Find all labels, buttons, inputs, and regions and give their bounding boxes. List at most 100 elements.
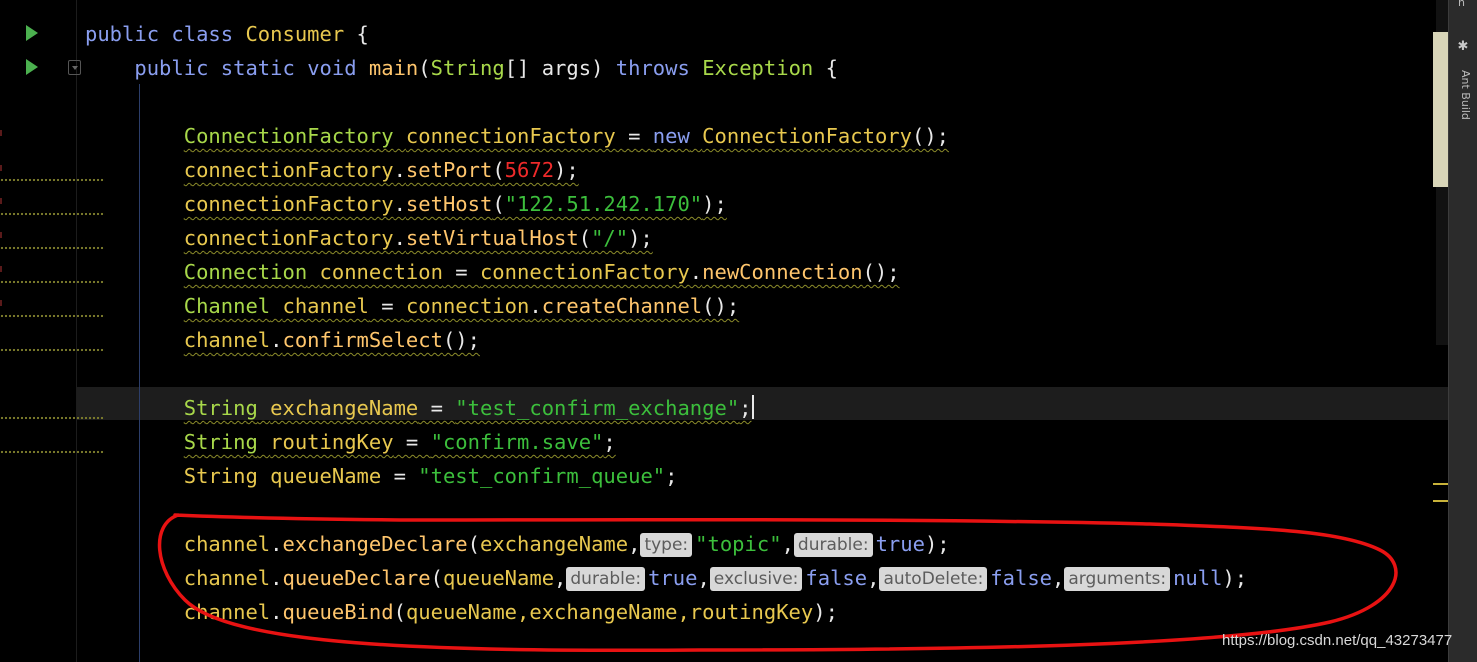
punctuation: .: [529, 294, 542, 318]
punctuation: ,: [628, 532, 641, 556]
keyword: false: [990, 566, 1053, 590]
keyword: true: [648, 566, 698, 590]
method-name: setVirtualHost: [405, 226, 579, 250]
operator: =: [368, 294, 406, 318]
variable: channel: [183, 532, 271, 556]
punctuation: );: [924, 532, 950, 556]
ant-icon[interactable]: ✱: [1456, 40, 1470, 54]
punctuation: ,: [867, 566, 880, 590]
variable: channel: [183, 600, 271, 624]
operator: =: [442, 260, 480, 284]
code-line: connectionFactory.setPort(5672);: [85, 153, 1445, 187]
warning-stripe-marker[interactable]: [1433, 483, 1449, 485]
punctuation: ();: [862, 260, 900, 284]
method-name: setHost: [405, 192, 493, 216]
punctuation: ;: [603, 430, 616, 454]
code-line: connectionFactory.setVirtualHost("/");: [85, 221, 1445, 255]
punctuation: ();: [911, 124, 950, 148]
method-name: main: [368, 56, 419, 80]
class-name: Consumer: [245, 22, 345, 46]
parameter-hint: autoDelete:: [879, 567, 988, 591]
punctuation: .: [270, 328, 283, 352]
line-gutter: [0, 0, 81, 662]
punctuation: (: [418, 56, 431, 80]
parameters: [] args): [504, 56, 616, 80]
run-main-icon[interactable]: [26, 59, 38, 75]
parameter-hint: durable:: [566, 567, 646, 591]
text-caret: [751, 395, 754, 419]
method-name: confirmSelect: [282, 328, 443, 352]
punctuation: .: [393, 226, 406, 250]
method-name: createChannel: [541, 294, 703, 318]
method-name: exchangeDeclare: [282, 532, 468, 556]
ant-build-tab-highlight[interactable]: [1433, 32, 1448, 187]
argument: exchangeName: [479, 532, 629, 556]
punctuation: .: [393, 158, 406, 182]
operator: =: [418, 396, 456, 420]
method-name: setPort: [405, 158, 493, 182]
punctuation: ();: [442, 328, 480, 352]
punctuation: .: [270, 532, 283, 556]
watermark-text: https://blog.csdn.net/qq_43273477: [1222, 632, 1453, 649]
method-name: queueDeclare: [282, 566, 431, 590]
punctuation: );: [1222, 566, 1248, 590]
tool-tab-label-partial: n: [1458, 0, 1465, 9]
class-name: ConnectionFactory: [183, 124, 394, 148]
ant-build-tab-label[interactable]: Ant Build: [1452, 70, 1472, 150]
error-marker: [0, 130, 2, 136]
warning-stripe-marker[interactable]: [1433, 500, 1449, 502]
class-name: Exception: [702, 56, 814, 80]
code-line: Connection connection = connectionFactor…: [85, 255, 1445, 289]
code-editor[interactable]: public class Consumer { public static vo…: [85, 17, 1445, 629]
keyword: throws: [615, 56, 690, 80]
class-name: String: [430, 56, 505, 80]
keyword: class: [171, 22, 234, 46]
punctuation: .: [270, 600, 283, 624]
punctuation: ;: [665, 464, 678, 488]
code-line: connectionFactory.setHost("122.51.242.17…: [85, 187, 1445, 221]
class-name: Channel: [183, 294, 271, 318]
method-name: queueBind: [282, 600, 394, 624]
punctuation: .: [393, 192, 406, 216]
punctuation: );: [702, 192, 727, 216]
punctuation: ;: [739, 396, 752, 420]
punctuation: ();: [702, 294, 740, 318]
error-marker: [0, 232, 2, 238]
fold-icon[interactable]: [68, 60, 81, 75]
variable: connectionFactory: [183, 192, 394, 216]
string-literal: "/": [591, 226, 629, 250]
parameter-hint: exclusive:: [709, 567, 803, 591]
string-literal: "confirm.save": [430, 430, 604, 454]
punctuation: );: [554, 158, 579, 182]
code-line: channel.queueDeclare(queueName, durable: t…: [85, 561, 1445, 595]
variable: routingKey: [270, 430, 394, 454]
argument: queueName: [442, 566, 555, 590]
code-line: Channel channel = connection.createChann…: [85, 289, 1445, 323]
variable: connectionFactory: [405, 124, 616, 148]
punctuation: ,: [781, 532, 794, 556]
class-name: ConnectionFactory: [702, 124, 912, 148]
variable: exchangeName: [270, 396, 419, 420]
variable: connectionFactory: [183, 226, 394, 250]
class-name: String: [183, 430, 258, 454]
operator: =: [381, 464, 419, 488]
error-marker: [0, 165, 2, 171]
punctuation: .: [689, 260, 703, 284]
punctuation: );: [628, 226, 653, 250]
method-name: newConnection: [702, 260, 863, 284]
punctuation: .: [270, 566, 283, 590]
class-name: Connection: [183, 260, 308, 284]
variable: queueName: [270, 464, 382, 488]
code-line: ConnectionFactory connectionFactory = ne…: [85, 119, 1445, 153]
parameter-hint: durable:: [793, 533, 873, 557]
keyword: null: [1173, 566, 1223, 590]
variable: channel: [183, 328, 271, 352]
punctuation: {: [813, 56, 838, 80]
punctuation: );: [813, 600, 838, 624]
run-class-icon[interactable]: [26, 25, 38, 41]
code-line-current: String exchangeName = "test_confirm_exch…: [85, 391, 1445, 425]
code-line: channel.confirmSelect();: [85, 323, 1445, 357]
code-line: public static void main(String[] args) t…: [85, 51, 1445, 85]
